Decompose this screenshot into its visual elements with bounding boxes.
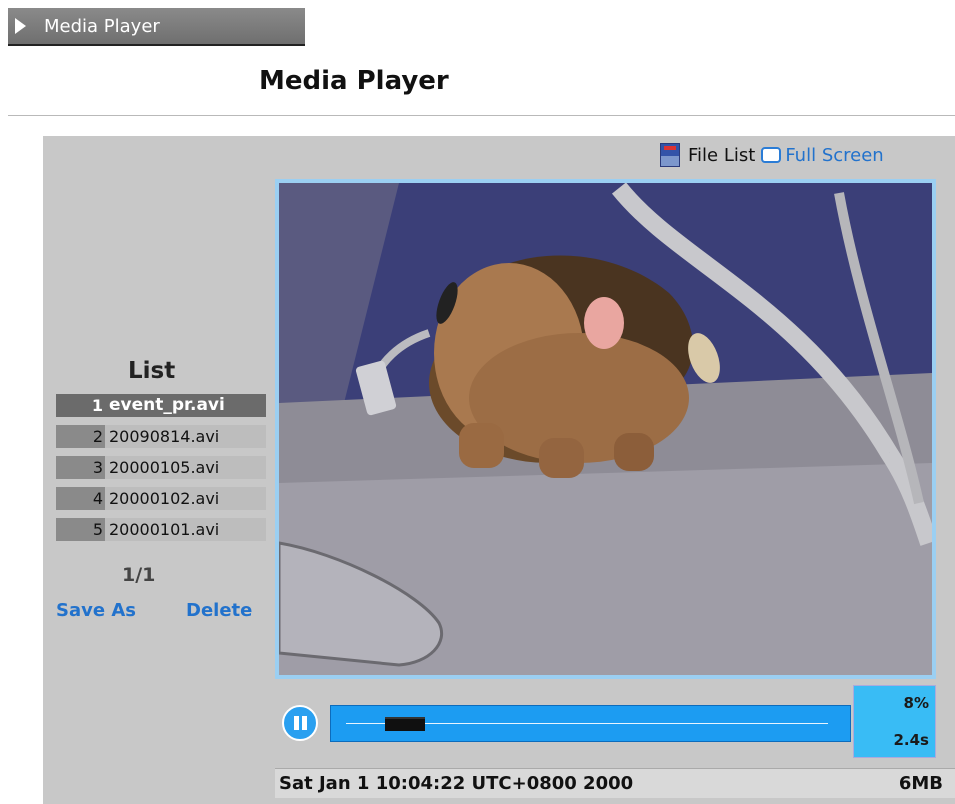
- video-scene: [279, 183, 932, 675]
- page-indicator: 1/1: [122, 564, 156, 586]
- list-item[interactable]: 5 20000101.avi: [56, 518, 266, 541]
- top-links: File List Full Screen: [660, 141, 884, 169]
- page-title: Media Player: [259, 66, 449, 96]
- list-item-name[interactable]: 20000105.avi: [105, 456, 266, 479]
- list-item-name[interactable]: 20090814.avi: [105, 425, 266, 448]
- list-item-name[interactable]: event_pr.avi: [105, 394, 266, 417]
- list-item[interactable]: 1 event_pr.avi: [56, 394, 266, 417]
- pause-button[interactable]: [282, 705, 318, 741]
- full-screen-icon[interactable]: [761, 147, 782, 163]
- progress-percent: 8%: [903, 694, 929, 712]
- list-item-number: 4: [56, 487, 105, 510]
- list-item[interactable]: 2 20090814.avi: [56, 425, 266, 448]
- file-list-link[interactable]: File List: [688, 145, 755, 166]
- play-icon: [15, 18, 26, 34]
- full-screen-link[interactable]: Full Screen: [785, 145, 883, 166]
- elapsed-time: 2.4s: [893, 731, 929, 749]
- seek-bar[interactable]: [330, 705, 851, 742]
- list-item-name[interactable]: 20000101.avi: [105, 518, 266, 541]
- tab-title: Media Player: [44, 15, 160, 37]
- progress-stats: 8% 2.4s: [853, 685, 936, 758]
- list-item-name[interactable]: 20000102.avi: [105, 487, 266, 510]
- divider: [8, 115, 955, 116]
- list-item[interactable]: 3 20000105.avi: [56, 456, 266, 479]
- file-size: 6MB: [898, 773, 943, 794]
- delete-link[interactable]: Delete: [186, 600, 252, 621]
- video-frame[interactable]: [275, 179, 936, 679]
- list-item-number: 5: [56, 518, 105, 541]
- media-player-tab[interactable]: Media Player: [8, 8, 305, 46]
- seek-handle[interactable]: [384, 717, 425, 731]
- list-title: List: [128, 358, 176, 384]
- file-list: 1 event_pr.avi 2 20090814.avi 3 20000105…: [56, 394, 266, 549]
- list-item[interactable]: 4 20000102.avi: [56, 487, 266, 510]
- status-bar: Sat Jan 1 10:04:22 UTC+0800 2000 6MB: [275, 768, 955, 798]
- save-as-link[interactable]: Save As: [56, 600, 136, 621]
- recording-timestamp: Sat Jan 1 10:04:22 UTC+0800 2000: [279, 773, 634, 794]
- list-item-number: 3: [56, 456, 105, 479]
- list-item-number: 2: [56, 425, 105, 448]
- sd-card-icon[interactable]: [660, 143, 680, 167]
- list-item-number: 1: [56, 394, 105, 417]
